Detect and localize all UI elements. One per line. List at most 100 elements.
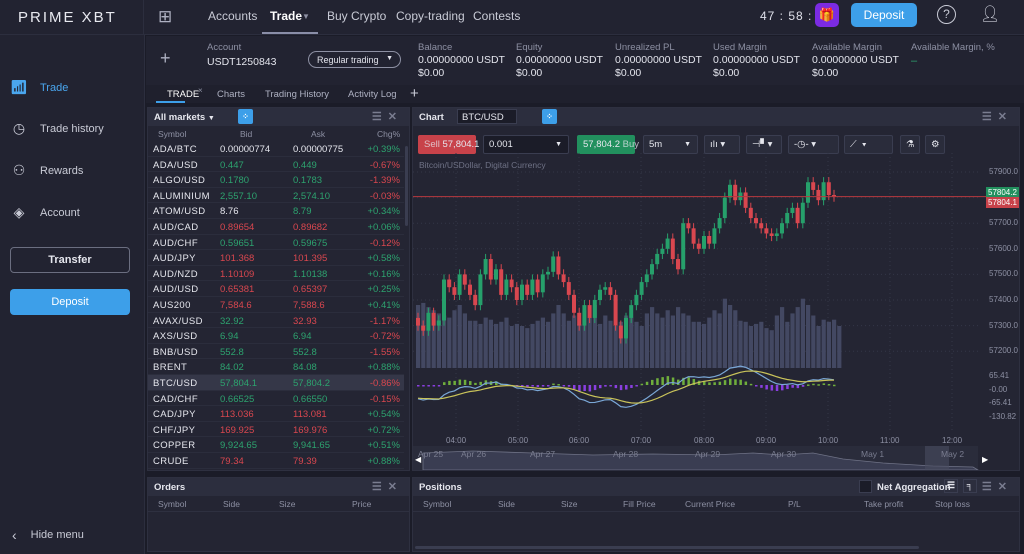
quantity-input[interactable]: 0.001 ▼ (483, 135, 569, 154)
market-row[interactable]: ATOM/USD 8.76 8.79 +0.34% (148, 203, 404, 219)
panel-menu-close-icons[interactable]: ☰✕ (982, 110, 1013, 123)
markets-scrollbar[interactable] (405, 146, 408, 226)
market-row[interactable]: ALUMINIUM 2,557.10 2,574.10 -0.03% (148, 188, 404, 204)
positions-col[interactable]: Current Price (685, 499, 735, 509)
market-row[interactable]: ADA/USD 0.447 0.449 -0.67% (148, 157, 404, 173)
positions-col[interactable]: Take profit (864, 499, 903, 509)
logo: PRIME XBT (18, 9, 117, 26)
col-symbol[interactable]: Symbol (158, 499, 186, 509)
panel-menu-close-icons[interactable]: ☰✕ (372, 480, 403, 493)
col-side[interactable]: Side (223, 499, 240, 509)
link-icon[interactable]: ⁘ (238, 109, 253, 124)
positions-col[interactable]: P/L (788, 499, 801, 509)
header-deposit-button[interactable]: Deposit (851, 3, 917, 27)
positions-col[interactable]: Side (498, 499, 515, 509)
positions-col[interactable]: Fill Price (623, 499, 656, 509)
market-symbol: BRENT (153, 362, 188, 374)
market-row[interactable]: BTC/USD 57,804.1 57,804.2 -0.86% (148, 375, 404, 391)
chart-type-button[interactable]: ıǀı ▾ (704, 135, 740, 154)
market-row[interactable]: CHF/JPY 169.925 169.976 +0.72% (148, 422, 404, 438)
sidebar-item-trade[interactable]: 📶︎ Trade (10, 79, 68, 96)
chevron-down-icon[interactable]: ▼ (302, 12, 310, 21)
time-tool-button[interactable]: -◷- ▾ (788, 135, 839, 154)
add-tab-icon[interactable]: + (410, 85, 419, 102)
price-chart[interactable]: Apr 25 Apr 26 Apr 27 Apr 28 Apr 29 Apr 30 May … (413, 153, 1019, 470)
market-row[interactable]: BRENT 84.02 84.08 +0.88% (148, 359, 404, 375)
compact-view-icon[interactable]: ╕ (963, 479, 977, 493)
flask-icon[interactable]: ⚗ (900, 135, 920, 154)
col-ask[interactable]: Ask (311, 129, 325, 139)
market-row[interactable]: BNB/USD 552.8 552.8 -1.55% (148, 344, 404, 360)
market-row[interactable]: AUD/CHF 0.59651 0.59675 -0.12% (148, 235, 404, 251)
help-icon[interactable]: ? (937, 5, 956, 24)
macd-histogram-bar (552, 383, 555, 386)
market-row[interactable]: AUD/JPY 101.368 101.395 +0.58% (148, 250, 404, 266)
nav-accounts[interactable]: Accounts (208, 9, 257, 23)
hide-menu-button[interactable]: ‹ Hide menu (12, 527, 84, 543)
net-aggregation-checkbox[interactable] (859, 480, 872, 493)
positions-col[interactable]: Symbol (423, 499, 451, 509)
chevron-down-icon[interactable]: ▼ (208, 115, 215, 122)
market-row[interactable]: AUS200 7,584.6 7,588.6 +0.41% (148, 297, 404, 313)
market-row[interactable]: CAD/JPY 113.036 113.081 +0.54% (148, 406, 404, 422)
positions-scrollbar[interactable] (415, 546, 919, 549)
nav-buy-crypto[interactable]: Buy Crypto (327, 9, 386, 23)
col-size[interactable]: Size (279, 499, 296, 509)
col-chg[interactable]: Chg% (377, 129, 400, 139)
volume-bar (603, 315, 608, 368)
apps-grid-icon[interactable]: ⊞ (158, 7, 172, 27)
sell-button[interactable]: Sell 57,804.1 (418, 135, 479, 154)
market-row[interactable]: AUD/CAD 0.89654 0.89682 +0.06% (148, 219, 404, 235)
list-view-icon[interactable]: ☰ (944, 479, 958, 493)
interval-select[interactable]: 5m ▼ (643, 135, 698, 154)
nav-copy-trading[interactable]: Copy-trading (396, 9, 465, 23)
scroll-right-icon[interactable]: ▶ (982, 455, 989, 464)
user-icon[interactable]: 👤︎ (980, 4, 1000, 24)
settings-gear-icon[interactable]: ⚙ (925, 135, 945, 154)
sidebar-item-rewards[interactable]: ⚇ Rewards (10, 162, 84, 179)
transfer-button[interactable]: Transfer (10, 247, 130, 273)
drawing-tool-button[interactable]: ⟋ ▾ (844, 135, 893, 154)
market-row[interactable]: AUD/NZD 1.10109 1.10138 +0.16% (148, 266, 404, 282)
gift-icon[interactable]: 🎁 (815, 3, 839, 27)
market-row[interactable]: ADA/BTC 0.00000774 0.00000775 +0.39% (148, 141, 404, 157)
col-symbol[interactable]: Symbol (158, 129, 186, 139)
sidebar-item-account[interactable]: ◈ Account (10, 204, 80, 221)
scroll-left-icon[interactable]: ◀ (415, 455, 422, 464)
candle (473, 289, 478, 311)
buy-button[interactable]: 57,804.2 Buy (577, 135, 639, 154)
market-row[interactable]: ALGO/USD 0.1780 0.1783 -1.39% (148, 172, 404, 188)
close-tab-icon[interactable]: × (198, 86, 203, 95)
market-row[interactable]: AUD/USD 0.65381 0.65397 +0.25% (148, 281, 404, 297)
tab-trade[interactable]: TRADE (167, 89, 199, 100)
nav-contests[interactable]: Contests (473, 9, 520, 23)
add-icon[interactable]: + (160, 48, 171, 69)
tab-trading-history[interactable]: Trading History (265, 89, 329, 100)
link-icon[interactable]: ⁘ (542, 109, 557, 124)
market-row[interactable]: AVAX/USD 32.92 32.93 -1.17% (148, 313, 404, 329)
nav-trade[interactable]: Trade (270, 9, 302, 23)
market-symbol: CAD/JPY (153, 409, 196, 421)
volume-bar (520, 326, 525, 368)
chart-symbol-input[interactable]: BTC/USD (457, 109, 517, 124)
sidebar-item-trade-history[interactable]: ◷ Trade history (10, 120, 104, 137)
col-price[interactable]: Price (352, 499, 371, 509)
trading-mode-select[interactable]: Regular trading ▼ (308, 51, 401, 68)
candle (774, 228, 779, 242)
sidebar-deposit-button[interactable]: Deposit (10, 289, 130, 315)
positions-col[interactable]: Size (561, 499, 578, 509)
positions-panel: Positions Net Aggregation ☰ ╕ ☰✕ Symbol S… (412, 477, 1020, 552)
clock-icon: ◷ (12, 120, 26, 136)
col-bid[interactable]: Bid (240, 129, 252, 139)
market-row[interactable]: COPPER 9,924.65 9,941.65 +0.51% (148, 437, 404, 453)
markets-filter[interactable]: All markets (154, 112, 205, 123)
market-row[interactable]: AXS/USD 6.94 6.94 -0.72% (148, 328, 404, 344)
tab-charts[interactable]: Charts (217, 89, 245, 100)
market-row[interactable]: CAD/CHF 0.66525 0.66550 -0.15% (148, 391, 404, 407)
indicators-button[interactable]: ⊣▘▾ (746, 135, 782, 154)
market-row[interactable]: CRUDE 79.34 79.39 +0.88% (148, 453, 404, 469)
tab-activity-log[interactable]: Activity Log (348, 89, 397, 100)
positions-col[interactable]: Stop loss (935, 499, 970, 509)
panel-menu-close-icons[interactable]: ☰✕ (982, 480, 1013, 493)
panel-menu-close-icons[interactable]: ☰✕ (372, 110, 403, 123)
